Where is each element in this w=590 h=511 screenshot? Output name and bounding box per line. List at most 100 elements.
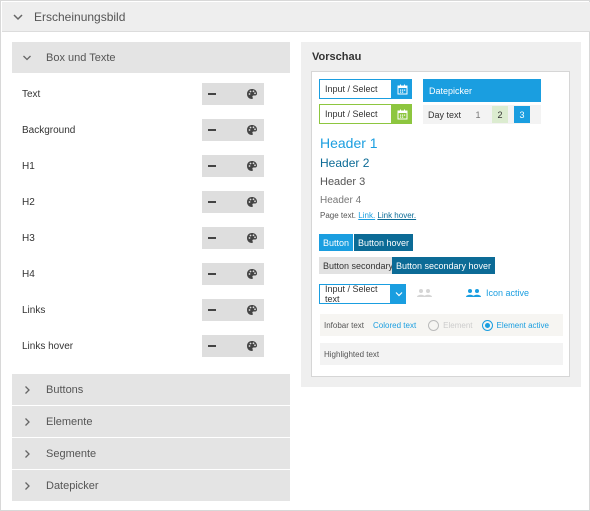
minus-icon[interactable]	[208, 345, 216, 347]
calendar-icon	[397, 84, 407, 94]
header-2: Header 2	[320, 156, 370, 170]
minus-icon[interactable]	[208, 273, 216, 275]
palette-icon[interactable]	[246, 196, 258, 208]
section-label: Segmente	[46, 447, 97, 460]
minus-icon[interactable]	[208, 309, 216, 311]
row-label: H2	[22, 196, 35, 208]
palette-icon[interactable]	[246, 340, 258, 352]
chevron-down-icon	[395, 292, 402, 297]
section-datepicker-header[interactable]: Datepicker	[12, 469, 290, 501]
highlighted-bar: Highlighted text	[320, 343, 563, 365]
secondary-button[interactable]: Button secondary	[319, 257, 398, 274]
settings-accordion: Box und Texte Text Background H1 H2 H3 H…	[12, 42, 290, 502]
palette-icon[interactable]	[246, 268, 258, 280]
users-icon	[417, 289, 432, 297]
page-text: Page text.	[320, 211, 357, 220]
primary-button[interactable]: Button	[319, 234, 354, 251]
section-label: Datepicker	[46, 479, 99, 492]
row-label: Text	[22, 88, 41, 100]
palette-icon[interactable]	[246, 88, 258, 100]
color-control	[202, 191, 264, 213]
icon-inactive[interactable]	[416, 288, 434, 298]
secondary-button-hover[interactable]: Button secondary hover	[392, 257, 496, 274]
color-control	[202, 83, 264, 105]
datepicker-header[interactable]: Datepicker	[423, 79, 541, 102]
row-label: H3	[22, 232, 35, 244]
palette-icon[interactable]	[246, 160, 258, 172]
preview-title: Vorschau	[312, 51, 362, 63]
minus-icon[interactable]	[208, 93, 216, 95]
palette-icon[interactable]	[246, 304, 258, 316]
section-elemente-header[interactable]: Elemente	[12, 405, 290, 437]
calendar-button[interactable]	[392, 104, 412, 124]
color-row-h1: H1	[12, 154, 290, 178]
section-label: Elemente	[46, 415, 93, 428]
radio-element[interactable]	[428, 319, 440, 331]
element-active-label: Element active	[496, 320, 549, 330]
select-text[interactable]: Input / Select text	[319, 284, 391, 304]
appearance-panel: Erscheinungsbild Box und Texte Text Back…	[0, 0, 590, 511]
day-text: Day text	[428, 109, 462, 120]
chevron-right-icon	[25, 449, 30, 458]
color-row-h3: H3	[12, 226, 290, 250]
row-label: Links hover	[22, 340, 74, 352]
minus-icon[interactable]	[208, 201, 216, 203]
color-control	[202, 155, 264, 177]
select-value: Input / Select text	[325, 284, 378, 304]
chevron-down-icon	[23, 55, 31, 60]
color-control	[202, 299, 264, 321]
row-label: Background	[22, 124, 76, 136]
input-value: Input / Select	[325, 109, 378, 119]
chevron-down-icon	[13, 13, 23, 20]
palette-icon[interactable]	[246, 232, 258, 244]
day-3[interactable]: 3	[514, 106, 530, 123]
section-buttons-header[interactable]: Buttons	[12, 373, 290, 405]
section-box-und-texte-header[interactable]: Box und Texte	[12, 42, 290, 74]
color-control	[202, 335, 264, 357]
datepicker-label: Datepicker	[429, 85, 473, 96]
palette-icon[interactable]	[246, 124, 258, 136]
link-hover[interactable]: Link hover.	[377, 211, 416, 220]
section-segmente-header[interactable]: Segmente	[12, 437, 290, 469]
preview-card: Input / Select Input / Select Datepicker…	[311, 71, 570, 377]
chevron-right-icon	[25, 385, 30, 394]
infobar-text: Infobar text	[324, 320, 365, 330]
header-1: Header 1	[320, 135, 378, 151]
chevron-right-icon	[25, 417, 30, 426]
color-control	[202, 263, 264, 285]
color-row-h4: H4	[12, 262, 290, 286]
color-row-background: Background	[12, 118, 290, 142]
color-row-links-hover: Links hover	[12, 334, 290, 358]
chevron-right-icon	[25, 481, 30, 490]
input-value: Input / Select	[325, 84, 378, 94]
minus-icon[interactable]	[208, 165, 216, 167]
infobar: Infobar text Colored text Element Elemen…	[320, 314, 563, 336]
input-select-success[interactable]: Input / Select	[319, 104, 392, 124]
day-1[interactable]: 1	[470, 106, 486, 123]
users-icon	[466, 289, 481, 297]
colored-text: Colored text	[373, 320, 417, 330]
calendar-button[interactable]	[392, 79, 412, 99]
row-label: Links	[22, 304, 46, 316]
preview-panel: Vorschau Input / Select Input / Select D…	[301, 42, 581, 387]
section-label: Box und Texte	[46, 51, 116, 64]
link[interactable]: Link.	[358, 211, 375, 220]
row-label: H4	[22, 268, 35, 280]
icon-active[interactable]: Icon active	[465, 288, 529, 298]
color-control	[202, 119, 264, 141]
appearance-header[interactable]: Erscheinungsbild	[2, 2, 590, 32]
radio-element-active[interactable]	[481, 319, 493, 331]
calendar-icon	[397, 109, 407, 119]
select-dropdown-button[interactable]	[391, 284, 406, 304]
primary-button-hover[interactable]: Button hover	[354, 234, 414, 251]
section-box-und-texte-body: Text Background H1 H2 H3 H4 Links Links …	[12, 74, 290, 373]
minus-icon[interactable]	[208, 129, 216, 131]
highlighted-text: Highlighted text	[324, 349, 380, 359]
input-select-normal[interactable]: Input / Select	[319, 79, 392, 99]
day-2[interactable]: 2	[492, 106, 508, 123]
icon-active-label: Icon active	[486, 288, 530, 298]
color-row-text: Text	[12, 82, 290, 106]
minus-icon[interactable]	[208, 237, 216, 239]
section-label: Buttons	[46, 383, 84, 396]
color-row-links: Links	[12, 298, 290, 322]
